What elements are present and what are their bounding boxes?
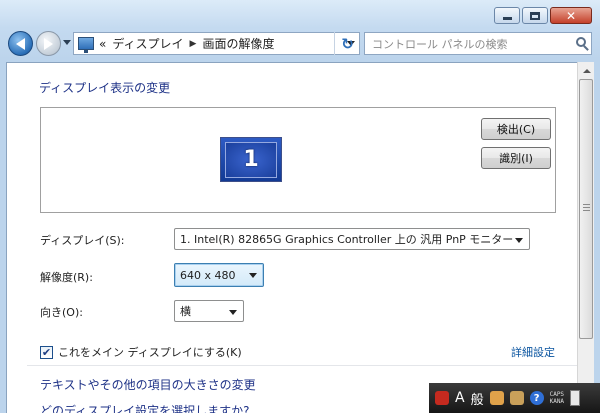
refresh-button[interactable]: ↻	[334, 32, 360, 55]
kana-indicator: KANA	[549, 398, 565, 405]
resolution-select-value: 640 x 480	[180, 268, 236, 282]
grip-icon	[583, 204, 590, 212]
navigation-bar: « ディスプレイ ▶ 画面の解像度 ↻ コントロール パネルの検索	[0, 30, 600, 58]
breadcrumb-display[interactable]: ディスプレイ	[112, 35, 183, 52]
search-icon[interactable]	[576, 37, 586, 47]
scroll-up-button[interactable]	[578, 62, 595, 79]
language-bar-options[interactable]	[570, 390, 581, 406]
resolution-select[interactable]: 640 x 480	[174, 263, 264, 287]
address-chevron[interactable]: «	[99, 37, 106, 51]
scroll-up-icon	[582, 68, 591, 73]
refresh-icon: ↻	[341, 34, 354, 53]
ime-dictionary-icon[interactable]	[509, 391, 524, 405]
ime-kanji-mode[interactable]: 般	[471, 389, 484, 408]
window-frame: ✕ « ディスプレイ ▶ 画面の解像度 ↻ コントロール パネルの検索 ディスプ…	[0, 0, 600, 413]
caps-indicator: CAPS	[549, 391, 565, 398]
control-panel-icon	[78, 37, 94, 53]
breadcrumb-separator[interactable]: ▶	[190, 39, 197, 49]
search-input[interactable]: コントロール パネルの検索	[364, 32, 592, 55]
display-select-value: 1. Intel(R) 82865G Graphics Controller 上…	[180, 233, 514, 246]
help-icon[interactable]: ?	[529, 391, 544, 405]
primary-display-label[interactable]: これをメイン ディスプレイにする(K)	[58, 344, 242, 360]
chevron-down-icon	[515, 238, 523, 243]
vertical-scrollbar[interactable]	[577, 62, 594, 413]
caption-buttons: ✕	[494, 7, 592, 24]
display-select[interactable]: 1. Intel(R) 82865G Graphics Controller 上…	[174, 228, 530, 250]
monitor-1[interactable]: 1	[220, 137, 282, 182]
monitor-arrangement: 1 検出(C) 識別(I)	[40, 107, 556, 213]
page-title: ディスプレイ表示の変更	[39, 81, 171, 95]
primary-display-option: ✔ これをメイン ディスプレイにする(K)	[40, 344, 242, 360]
resolution-label: 解像度(R):	[40, 271, 93, 284]
maximize-icon	[530, 11, 540, 20]
address-bar[interactable]: « ディスプレイ ▶ 画面の解像度	[73, 32, 360, 55]
chevron-down-icon	[229, 310, 237, 315]
ime-input-mode[interactable]: A	[455, 390, 465, 406]
text-size-link[interactable]: テキストやその他の項目の大きさの変更	[40, 376, 256, 393]
minimize-icon	[502, 17, 512, 20]
orientation-select-value: 横	[180, 305, 191, 318]
maximize-button[interactable]	[522, 7, 548, 24]
identify-button[interactable]: 識別(I)	[481, 147, 551, 169]
forward-button[interactable]	[36, 31, 61, 56]
breadcrumb-resolution[interactable]: 画面の解像度	[202, 35, 274, 52]
chevron-down-icon	[249, 273, 257, 278]
forward-arrow-icon	[44, 37, 53, 50]
primary-display-checkbox[interactable]: ✔	[40, 345, 53, 359]
minimize-button[interactable]	[494, 7, 520, 24]
display-settings-help-link[interactable]: どのディスプレイ設定を選択しますか?	[40, 402, 250, 413]
orientation-select[interactable]: 横	[174, 300, 244, 322]
back-button[interactable]	[8, 31, 33, 56]
advanced-settings-link[interactable]: 詳細設定	[511, 344, 555, 360]
orientation-label: 向き(O):	[40, 306, 83, 319]
monitor-screen: 1	[225, 141, 277, 178]
content-pane: ディスプレイ表示の変更 1 検出(C) 識別(I) ディスプレイ(S): 1. …	[6, 62, 592, 413]
recent-pages-dropdown[interactable]	[63, 40, 71, 45]
search-placeholder: コントロール パネルの検索	[372, 37, 508, 51]
taskbar-tray: A 般 ? CAPS KANA	[429, 383, 600, 413]
close-button[interactable]: ✕	[550, 7, 592, 24]
display-label: ディスプレイ(S):	[40, 234, 125, 247]
detect-button[interactable]: 検出(C)	[481, 118, 551, 140]
back-arrow-icon	[16, 37, 25, 50]
ime-tool-icon[interactable]	[489, 391, 504, 405]
close-icon: ✕	[565, 8, 577, 23]
divider	[27, 365, 587, 366]
monitor-number: 1	[243, 147, 259, 172]
checkmark-icon: ✔	[41, 345, 52, 359]
ime-pad-icon[interactable]	[435, 391, 449, 405]
keyboard-status: CAPS KANA	[550, 391, 564, 405]
scrollbar-thumb[interactable]	[579, 79, 593, 339]
